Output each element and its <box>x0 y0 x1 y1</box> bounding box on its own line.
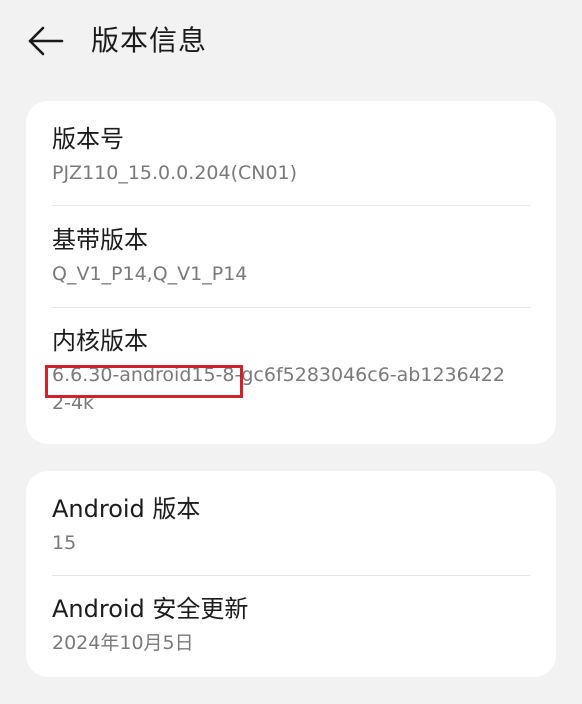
device-version-card: 版本号 PJZ110_15.0.0.204(CN01) 基带版本 Q_V1_P1… <box>26 101 556 444</box>
security-update-label: Android 安全更新 <box>52 595 249 623</box>
kernel-version-label: 内核版本 <box>52 327 148 355</box>
build-number-value: PJZ110_15.0.0.204(CN01) <box>52 162 298 184</box>
build-number-row[interactable]: 版本号 PJZ110_15.0.0.204(CN01) <box>52 123 530 187</box>
baseband-version-label: 基带版本 <box>52 226 148 254</box>
back-arrow-icon <box>28 26 64 56</box>
top-app-bar: 版本信息 <box>0 0 582 84</box>
page-title: 版本信息 <box>91 24 208 57</box>
divider <box>52 205 530 206</box>
build-number-label: 版本号 <box>52 125 124 153</box>
kernel-version-value: 6.6.30-android15-8-gc6f5283046c6-ab12364… <box>52 364 505 414</box>
baseband-version-value: Q_V1_P14,Q_V1_P14 <box>52 263 248 285</box>
baseband-version-row[interactable]: 基带版本 Q_V1_P14,Q_V1_P14 <box>52 224 530 288</box>
back-button[interactable] <box>22 22 66 60</box>
kernel-version-row[interactable]: 内核版本 6.6.30-android15-8-gc6f5283046c6-ab… <box>52 325 530 417</box>
divider <box>52 307 530 308</box>
security-update-value: 2024年10月5日 <box>52 632 194 654</box>
divider <box>52 575 530 576</box>
security-update-row[interactable]: Android 安全更新 2024年10月5日 <box>52 593 530 657</box>
android-version-value: 15 <box>52 532 77 554</box>
android-version-label: Android 版本 <box>52 495 201 523</box>
android-version-card: Android 版本 15 Android 安全更新 2024年10月5日 <box>26 471 556 677</box>
android-version-row[interactable]: Android 版本 15 <box>52 493 530 557</box>
